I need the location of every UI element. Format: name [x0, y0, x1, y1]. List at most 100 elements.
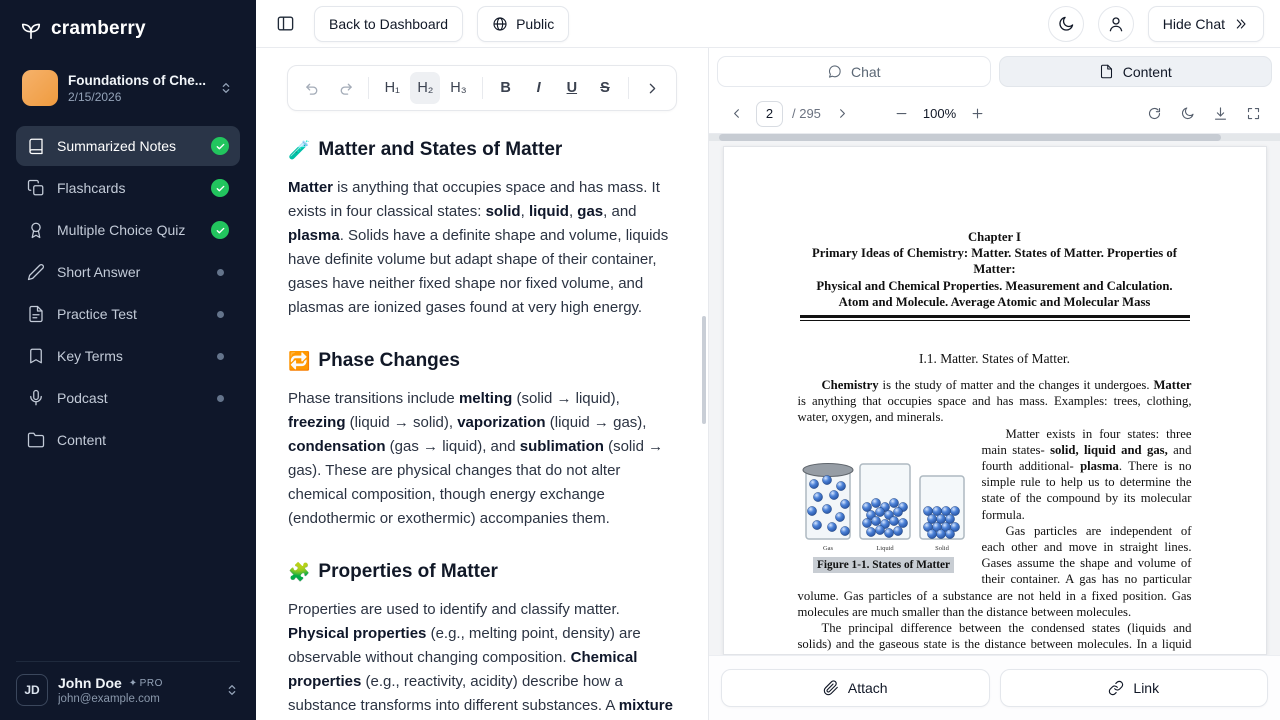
document-icon	[1099, 64, 1114, 79]
sidebar-item-label: Short Answer	[57, 264, 205, 280]
sprout-icon	[20, 18, 42, 40]
puzzle-emoji: 🧩	[288, 562, 310, 583]
sidebar-item-key-terms[interactable]: Key Terms	[16, 336, 240, 376]
app-logo: cramberry	[16, 18, 240, 40]
status-done-icon	[211, 221, 229, 239]
pdf-heading-line: Chapter I	[798, 229, 1192, 245]
sidebar-item-podcast[interactable]: Podcast	[16, 378, 240, 418]
account-button[interactable]	[1098, 6, 1134, 42]
status-pending-icon	[217, 395, 224, 402]
pdf-theme-button[interactable]	[1174, 101, 1200, 127]
public-label: Public	[516, 16, 554, 32]
undo-button[interactable]	[297, 72, 327, 104]
user-email: john@example.com	[58, 693, 214, 705]
download-button[interactable]	[1207, 101, 1233, 127]
refresh-icon	[1147, 106, 1162, 121]
course-meta: Foundations of Che... 2/15/2026	[68, 73, 208, 104]
chevron-right-icon	[644, 80, 661, 97]
globe-icon	[492, 16, 508, 32]
page-number-input[interactable]	[756, 101, 783, 127]
chat-bubble-icon	[827, 64, 842, 79]
sidebar-item-label: Summarized Notes	[57, 138, 199, 154]
moon-icon	[1180, 106, 1195, 121]
status-pending-icon	[217, 311, 224, 318]
sidebar-spacer	[16, 460, 240, 661]
tab-content[interactable]: Content	[999, 56, 1273, 87]
topbar: Back to Dashboard Public Hide Chat	[256, 0, 1280, 48]
theme-toggle-button[interactable]	[1048, 6, 1084, 42]
pdf-paragraph: Gas Liquid Solid Figure 1-1. States of M…	[798, 426, 1192, 523]
moon-icon	[1057, 15, 1075, 33]
user-menu[interactable]: JD John Doe ✦PRO john@example.com	[16, 661, 240, 706]
redo-icon	[337, 80, 354, 97]
previous-page-button[interactable]	[723, 101, 749, 127]
toolbar-more-button[interactable]	[637, 72, 667, 104]
redo-button[interactable]	[330, 72, 360, 104]
next-page-button[interactable]	[830, 101, 856, 127]
hide-chat-button[interactable]: Hide Chat	[1148, 6, 1264, 42]
notes-heading: 🧩Properties of Matter	[288, 561, 676, 583]
test-tube-emoji: 🧪	[288, 140, 310, 161]
italic-button[interactable]: I	[524, 72, 554, 104]
cards-icon	[27, 179, 45, 197]
bold-button[interactable]: B	[491, 72, 521, 104]
public-button[interactable]: Public	[477, 6, 569, 42]
tab-chat-label: Chat	[851, 64, 881, 80]
panel-left-icon	[276, 14, 295, 33]
strikethrough-button[interactable]: S	[590, 72, 620, 104]
sidebar-item-label: Multiple Choice Quiz	[57, 222, 199, 238]
page-total: / 295	[792, 106, 821, 121]
pdf-chapter-heading: Chapter I Primary Ideas of Chemistry: Ma…	[798, 229, 1192, 310]
zoom-out-button[interactable]	[889, 101, 915, 127]
heading1-button[interactable]: H₁	[377, 72, 407, 104]
pdf-viewport[interactable]: Chapter I Primary Ideas of Chemistry: Ma…	[709, 134, 1280, 655]
folder-icon	[27, 431, 45, 449]
panel-tabs: Chat Content	[709, 48, 1280, 94]
figure-label-gas: Gas	[822, 545, 833, 552]
status-pending-icon	[217, 269, 224, 276]
pro-badge: ✦PRO	[129, 678, 163, 689]
pdf-section-title: I.1. Matter. States of Matter.	[798, 351, 1192, 367]
sidebar-item-flashcards[interactable]: Flashcards	[16, 168, 240, 208]
notes-heading-text: Matter and States of Matter	[318, 139, 562, 161]
pdf-paragraph-text: Matter exists in four states: three main…	[982, 427, 1192, 522]
user-name: John Doe	[58, 675, 122, 691]
sidebar-item-multiple-choice-quiz[interactable]: Multiple Choice Quiz	[16, 210, 240, 250]
attach-label: Attach	[848, 680, 888, 696]
paperclip-icon	[823, 680, 839, 696]
sidebar-nav: Summarized Notes Flashcards Multiple Cho…	[16, 126, 240, 460]
course-avatar	[22, 70, 58, 106]
tab-chat[interactable]: Chat	[717, 56, 991, 87]
sidebar-item-summarized-notes[interactable]: Summarized Notes	[16, 126, 240, 166]
heading3-button[interactable]: H₃	[443, 72, 473, 104]
status-done-icon	[211, 179, 229, 197]
pdf-heading-line: Atom and Molecule. Average Atomic and Mo…	[798, 294, 1192, 310]
fullscreen-button[interactable]	[1240, 101, 1266, 127]
notes-paragraph: Matter is anything that occupies space a…	[288, 176, 676, 320]
bookmark-icon	[27, 347, 45, 365]
attach-button[interactable]: Attach	[721, 669, 990, 707]
zoom-in-button[interactable]	[964, 101, 990, 127]
sidebar-item-content[interactable]: Content	[16, 420, 240, 460]
sidebar-item-label: Practice Test	[57, 306, 205, 322]
states-of-matter-illustration: Gas Liquid Solid	[801, 459, 967, 554]
sidebar-item-practice-test[interactable]: Practice Test	[16, 294, 240, 334]
pdf-paragraph: The principal difference between the con…	[798, 620, 1192, 655]
figure-states-of-matter: Gas Liquid Solid Figure 1-1. States of M…	[798, 459, 970, 573]
link-button[interactable]: Link	[1000, 669, 1269, 707]
expand-icon	[1246, 106, 1261, 121]
user-meta: John Doe ✦PRO john@example.com	[58, 675, 214, 705]
sidebar: cramberry Foundations of Che... 2/15/202…	[0, 0, 256, 720]
heading2-button[interactable]: H₂	[410, 72, 440, 104]
content-panel: Chat Content / 295 100%	[708, 48, 1280, 720]
course-selector[interactable]: Foundations of Che... 2/15/2026	[16, 64, 240, 112]
refresh-button[interactable]	[1141, 101, 1167, 127]
notes-document[interactable]: 🧪 Matter and States of Matter Matter is a…	[256, 111, 708, 720]
editor-scrollbar[interactable]	[702, 316, 706, 424]
sidebar-toggle-button[interactable]	[270, 9, 300, 39]
horizontal-scrollbar[interactable]	[719, 134, 1221, 141]
toolbar-divider	[628, 77, 629, 99]
sidebar-item-short-answer[interactable]: Short Answer	[16, 252, 240, 292]
underline-button[interactable]: U	[557, 72, 587, 104]
back-to-dashboard-button[interactable]: Back to Dashboard	[314, 6, 463, 42]
